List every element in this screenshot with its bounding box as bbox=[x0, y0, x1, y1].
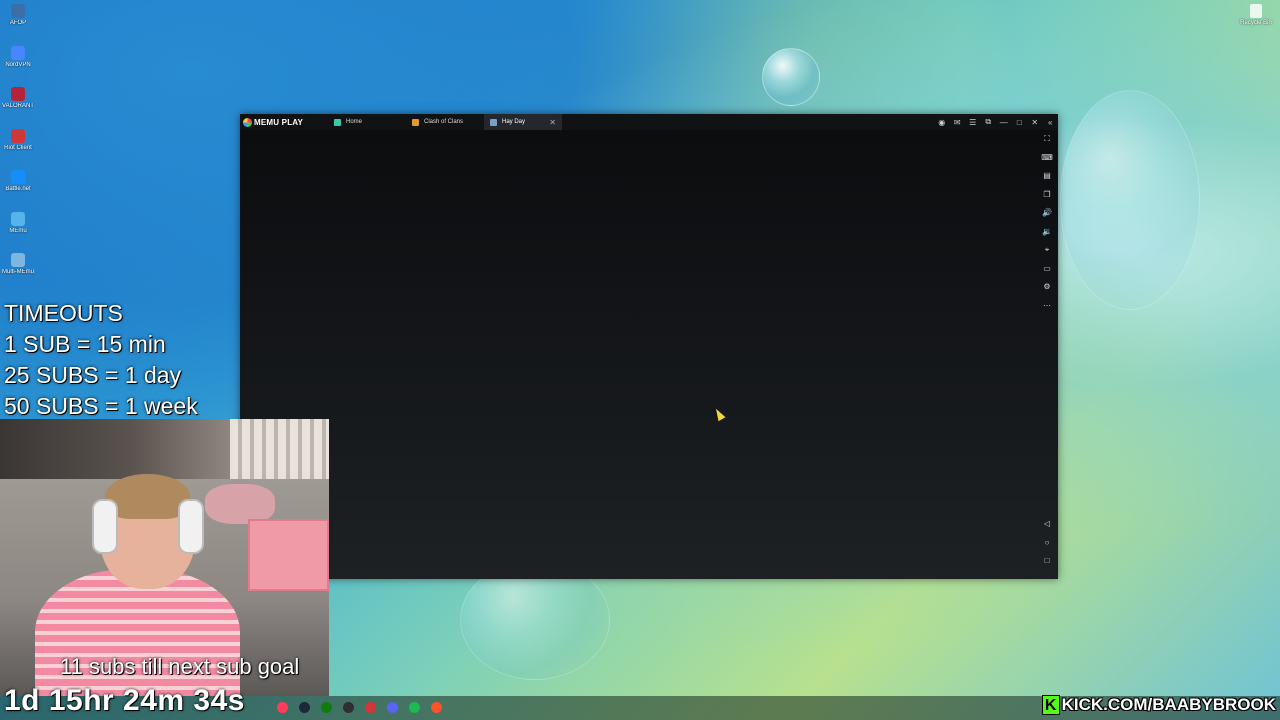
desktop-shortcut[interactable]: NordVPN bbox=[2, 45, 34, 68]
subathon-timer: 1d 15hr 24m 34s bbox=[4, 684, 245, 717]
recycle-bin-icon bbox=[1250, 4, 1262, 18]
timeouts-overlay: TIMEOUTS 1 SUB = 15 min 25 SUBS = 1 day 50 … bbox=[4, 298, 198, 422]
close-icon[interactable]: ✕ bbox=[1027, 118, 1043, 127]
brave-icon[interactable] bbox=[431, 702, 442, 713]
memu-window: MEMU PLAY Home Clash of Clans Hay Day ✕ ◉ ✉ ☰… bbox=[240, 114, 1058, 579]
desktop-shortcut-label: Riot Client bbox=[4, 144, 32, 151]
brand-name: MEMU PLAY bbox=[254, 117, 304, 127]
obs-icon[interactable] bbox=[343, 702, 354, 713]
wallpaper-bubble bbox=[762, 48, 820, 106]
app-icon bbox=[11, 4, 25, 18]
kick-banner: K KICK.COM/BAABYBROOK bbox=[1041, 694, 1276, 716]
desktop-shortcut[interactable]: Riot Client bbox=[2, 128, 34, 151]
webcam-blanket bbox=[205, 484, 275, 524]
memu-logo-icon bbox=[243, 117, 252, 127]
timeouts-heading: TIMEOUTS bbox=[4, 300, 123, 326]
tab-home[interactable]: Home bbox=[328, 114, 406, 130]
desktop-shortcut[interactable]: Battle.net bbox=[2, 170, 34, 192]
webcam-pink-box bbox=[248, 519, 329, 591]
back-icon[interactable]: ◁ bbox=[1040, 517, 1054, 531]
riot-taskbar-icon[interactable] bbox=[365, 702, 376, 713]
volume-up-icon[interactable]: 🔊 bbox=[1040, 206, 1054, 220]
tab-label: Home bbox=[346, 119, 363, 125]
account-icon[interactable]: ◉ bbox=[934, 118, 950, 127]
wallpaper-bubble bbox=[1060, 90, 1200, 310]
home-tab-icon bbox=[334, 118, 341, 126]
tab-label: Hay Day bbox=[502, 119, 526, 125]
valorant-icon bbox=[11, 87, 25, 101]
memu-brand: MEMU PLAY bbox=[240, 117, 328, 127]
headphone-right bbox=[178, 499, 204, 554]
desktop-shortcut[interactable]: MEmu bbox=[2, 211, 34, 234]
apk-install-icon[interactable]: ▤ bbox=[1040, 169, 1054, 183]
recents-icon[interactable]: □ bbox=[1040, 554, 1054, 568]
restore-icon[interactable]: ⧉ bbox=[981, 117, 997, 127]
settings-icon[interactable]: ⚙ bbox=[1040, 280, 1054, 294]
location-icon[interactable]: ⌖ bbox=[1040, 243, 1054, 257]
home-icon[interactable]: ○ bbox=[1040, 536, 1054, 550]
desktop-shortcut-label: Battle.net bbox=[5, 186, 31, 192]
desktop-shortcut-label: VALORANT bbox=[2, 103, 34, 109]
title-bar[interactable]: MEMU PLAY Home Clash of Clans Hay Day ✕ ◉ ✉ ☰… bbox=[240, 114, 1058, 130]
hay-day-icon bbox=[490, 118, 497, 126]
keyboard-icon[interactable]: ⌨ bbox=[1040, 151, 1054, 165]
tab-close-icon[interactable]: ✕ bbox=[549, 118, 556, 127]
emulator-screen[interactable] bbox=[240, 130, 1036, 579]
kick-logo-icon: K bbox=[1041, 695, 1060, 715]
minimize-icon[interactable]: — bbox=[996, 118, 1012, 127]
collapse-sidebar-icon[interactable]: « bbox=[1043, 118, 1059, 127]
memu-icon bbox=[11, 211, 25, 226]
desktop-shortcut[interactable]: AFOP bbox=[2, 4, 34, 26]
tab-clash-of-clans[interactable]: Clash of Clans bbox=[406, 114, 484, 130]
more-icon[interactable]: ⋯ bbox=[1040, 299, 1054, 313]
desktop-shortcut[interactable]: VALORANT bbox=[2, 87, 34, 109]
emulator-sidebar: ⛶ ⌨ ▤ ❐ 🔊 🔉 ⌖ ▭ ⚙ ⋯ ◁ ○ □ bbox=[1036, 130, 1058, 579]
battlenet-icon bbox=[11, 170, 25, 184]
webcam-feed: 11 subs till next sub goal bbox=[0, 419, 329, 696]
recycle-bin[interactable]: Recycle Bin bbox=[1238, 4, 1274, 26]
spotify-icon[interactable] bbox=[409, 702, 420, 713]
riot-icon bbox=[11, 128, 25, 143]
desktop-shortcut-label: MEmu bbox=[9, 227, 27, 234]
multi-window-icon[interactable]: ❐ bbox=[1040, 188, 1054, 202]
folder-icon[interactable]: ▭ bbox=[1040, 262, 1054, 276]
maximize-icon[interactable]: □ bbox=[1012, 118, 1028, 127]
menu-icon[interactable]: ☰ bbox=[965, 118, 981, 127]
tab-hay-day[interactable]: Hay Day ✕ bbox=[484, 114, 562, 130]
xbox-icon[interactable] bbox=[321, 702, 332, 713]
desktop-shortcut-label: NordVPN bbox=[5, 61, 31, 68]
desktop-shortcut-label: AFOP bbox=[9, 20, 27, 26]
clash-of-clans-icon bbox=[412, 118, 419, 126]
timeouts-rule: 1 SUB = 15 min bbox=[4, 331, 166, 357]
tab-strip: Home Clash of Clans Hay Day ✕ bbox=[328, 114, 562, 130]
mail-icon[interactable]: ✉ bbox=[950, 118, 966, 127]
kick-url: KICK.COM/BAABYBROOK bbox=[1061, 695, 1276, 714]
opera-gx-icon[interactable] bbox=[277, 702, 288, 713]
sub-goal-text: 11 subs till next sub goal bbox=[60, 654, 300, 679]
timeouts-rule: 25 SUBS = 1 day bbox=[4, 362, 182, 388]
desktop-shortcut[interactable]: Multi-MEmu bbox=[2, 253, 34, 275]
desktop-shortcut-label: Multi-MEmu bbox=[2, 269, 34, 275]
window-controls: ◉ ✉ ☰ ⧉ — □ ✕ « bbox=[934, 114, 1058, 130]
fullscreen-icon[interactable]: ⛶ bbox=[1040, 132, 1054, 146]
tab-label: Clash of Clans bbox=[424, 119, 464, 125]
recycle-bin-label: Recycle Bin bbox=[1240, 20, 1272, 26]
steam-icon[interactable] bbox=[299, 702, 310, 713]
timeouts-rule: 50 SUBS = 1 week bbox=[4, 393, 198, 419]
nordvpn-icon bbox=[11, 45, 25, 60]
headphone-left bbox=[92, 499, 118, 554]
multi-memu-icon bbox=[11, 253, 25, 267]
volume-down-icon[interactable]: 🔉 bbox=[1040, 225, 1054, 239]
discord-icon[interactable] bbox=[387, 702, 398, 713]
